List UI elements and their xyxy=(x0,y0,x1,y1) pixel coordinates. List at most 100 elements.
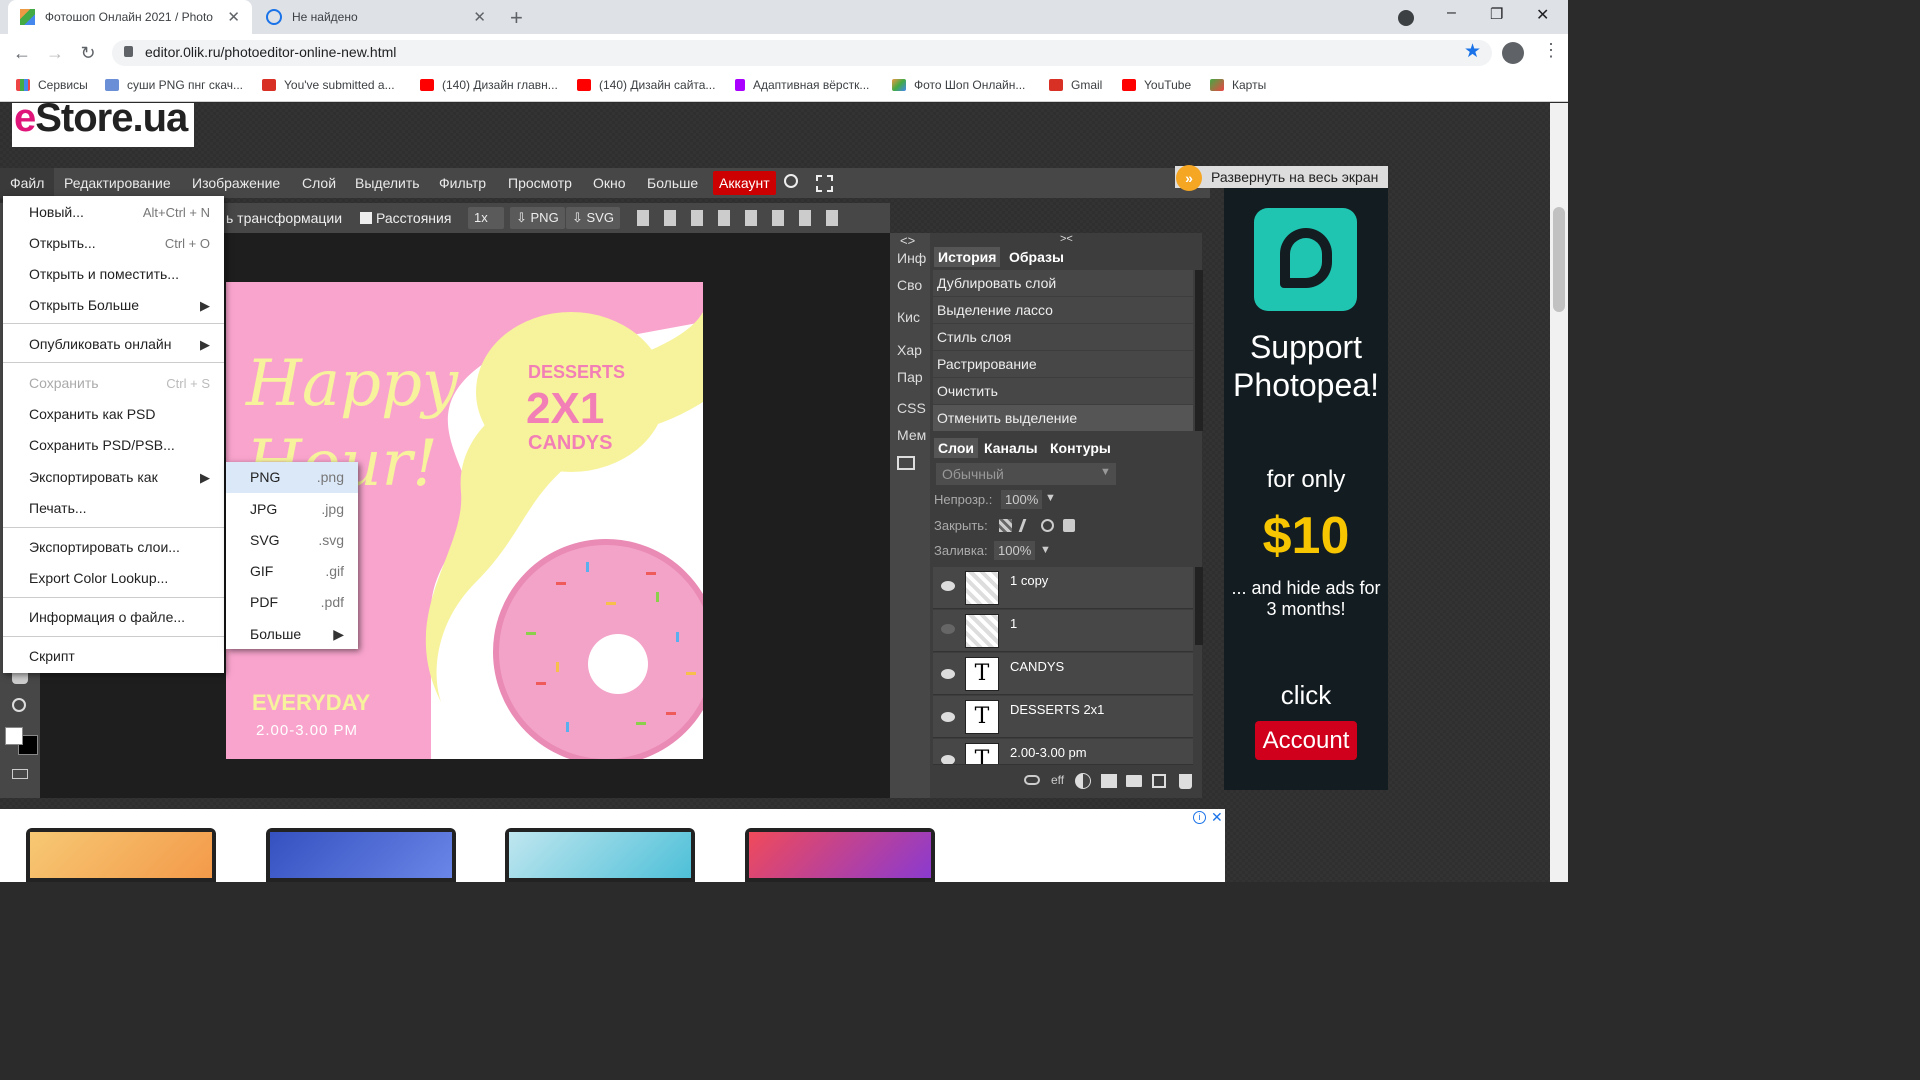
submenu-item-png[interactable]: PNG .png xyxy=(226,462,358,493)
ad-info-icon[interactable]: i xyxy=(1193,811,1206,824)
align-distribute-icons[interactable] xyxy=(637,210,847,226)
tab-images[interactable]: Образы xyxy=(1005,247,1068,267)
expand-panels-toggle[interactable]: <> xyxy=(900,233,915,248)
tab-layers[interactable]: Слои xyxy=(934,438,978,458)
tab-info[interactable]: Инф xyxy=(897,250,926,266)
layer-name[interactable]: 1 copy xyxy=(1010,573,1048,588)
expand-fullscreen-button[interactable]: Развернуть на весь экран xyxy=(1175,166,1388,188)
history-item[interactable]: Растрирование xyxy=(933,351,1193,377)
new-tab-button[interactable]: + xyxy=(510,5,523,31)
history-item[interactable]: Очистить xyxy=(933,378,1193,404)
bookmark-youtube-design2[interactable]: (140) Дизайн сайта... xyxy=(577,78,715,92)
adjustment-layer-icon[interactable] xyxy=(1075,773,1091,789)
browser-menu-icon[interactable]: ⋮ xyxy=(1542,40,1560,61)
foreground-color-swatch[interactable] xyxy=(5,727,23,745)
tab-brushes[interactable]: Кис xyxy=(897,309,920,325)
menu-item-script[interactable]: Скрипт xyxy=(3,641,224,672)
layers-scrollbar[interactable] xyxy=(1195,567,1203,645)
history-item[interactable]: Стиль слоя xyxy=(933,324,1193,350)
new-layer-icon[interactable] xyxy=(1152,774,1166,788)
tab-history[interactable]: История xyxy=(934,247,1001,267)
layer-row[interactable]: 1 copy xyxy=(933,567,1193,609)
tab-paragraph[interactable]: Пар xyxy=(897,369,923,385)
history-item-current[interactable]: Отменить выделение xyxy=(933,405,1193,431)
layer-name[interactable]: DESSERTS 2x1 xyxy=(1010,702,1104,717)
bookmark-maps[interactable]: Карты xyxy=(1210,78,1266,92)
ad-close-icon[interactable]: ✕ xyxy=(1211,809,1223,826)
layer-name[interactable]: 1 xyxy=(1010,616,1017,631)
layer-effects-button[interactable]: eff xyxy=(1051,773,1064,787)
transform-controls-label[interactable]: ь трансформации xyxy=(226,203,342,233)
tab-css[interactable]: CSS xyxy=(897,400,926,416)
layer-name[interactable]: 2.00-3.00 pm xyxy=(1010,745,1087,760)
account-button[interactable]: Аккаунт xyxy=(713,171,776,195)
lock-icon[interactable] xyxy=(124,46,133,57)
submenu-item-more[interactable]: Больше ▶ xyxy=(226,619,358,650)
bookmark-star-icon[interactable]: ★ xyxy=(1464,40,1481,63)
close-tab-icon[interactable]: ✕ xyxy=(227,8,240,26)
fullscreen-icon[interactable] xyxy=(816,175,833,192)
bookmark-apps[interactable]: Сервисы xyxy=(16,78,88,92)
history-scrollbar[interactable] xyxy=(1195,270,1203,431)
eye-icon[interactable] xyxy=(941,755,955,764)
product-image[interactable] xyxy=(26,828,216,882)
submenu-item-svg[interactable]: SVG .svg xyxy=(226,525,358,556)
menu-item-export-lut[interactable]: Export Color Lookup... xyxy=(3,563,224,594)
menu-item-save[interactable]: Сохранить Ctrl + S xyxy=(3,368,224,399)
menu-item-print[interactable]: Печать... xyxy=(3,493,224,524)
lock-all-icon[interactable] xyxy=(1063,519,1075,532)
menu-item-new[interactable]: Новый... Alt+Ctrl + N xyxy=(3,197,224,228)
profile-avatar[interactable] xyxy=(1502,42,1524,64)
submenu-item-gif[interactable]: GIF .gif xyxy=(226,556,358,587)
link-layers-icon[interactable] xyxy=(1024,775,1040,785)
collapse-panels-toggle[interactable]: >< xyxy=(1060,233,1073,245)
expand-arrows-icon[interactable]: » xyxy=(1176,165,1202,191)
bookmark-sushi[interactable]: суши PNG пнг скач... xyxy=(105,78,243,92)
search-icon[interactable] xyxy=(784,174,798,188)
opacity-input[interactable]: 100% xyxy=(1001,490,1043,509)
export-svg-button[interactable]: ⇩ SVG xyxy=(566,207,620,229)
opacity-dropdown-icon[interactable]: ▼ xyxy=(1045,492,1056,504)
layer-mask-icon[interactable] xyxy=(1101,774,1117,788)
product-image[interactable] xyxy=(745,828,935,882)
new-folder-icon[interactable] xyxy=(1126,775,1142,787)
blend-mode-select[interactable]: Обычный xyxy=(936,463,1116,485)
back-arrow-icon[interactable]: ← xyxy=(10,42,34,64)
url-text[interactable]: editor.0lik.ru/photoeditor-online-new.ht… xyxy=(145,44,396,60)
product-image[interactable] xyxy=(505,828,695,882)
menu-item-save-psd[interactable]: Сохранить как PSD xyxy=(3,399,224,430)
menu-item-file-info[interactable]: Информация о файле... xyxy=(3,602,224,633)
reload-icon[interactable]: ↻ xyxy=(76,42,100,64)
menu-item-open-place[interactable]: Открыть и поместить... xyxy=(3,259,224,290)
menu-item-export-as[interactable]: Экспортировать как ▶ xyxy=(3,462,224,493)
export-png-button[interactable]: ⇩ PNG xyxy=(510,207,565,229)
menu-item-open-more[interactable]: Открыть Больше ▶ xyxy=(3,290,224,321)
layer-row[interactable]: T DESSERTS 2x1 xyxy=(933,696,1193,738)
bookmark-adaptive[interactable]: Адаптивная вёрстк... xyxy=(735,78,869,92)
history-item[interactable]: Дублировать слой xyxy=(933,270,1193,296)
tab-channels[interactable]: Каналы xyxy=(980,438,1042,458)
menu-item-save-psd-psb[interactable]: Сохранить PSD/PSB... xyxy=(3,430,224,461)
product-image[interactable] xyxy=(266,828,456,882)
fill-dropdown-icon[interactable]: ▼ xyxy=(1040,544,1051,556)
submenu-item-pdf[interactable]: PDF .pdf xyxy=(226,587,358,618)
layer-row[interactable]: 1 xyxy=(933,610,1193,652)
menu-item-open[interactable]: Открыть... Ctrl + O xyxy=(3,228,224,259)
tab-memory[interactable]: Мем xyxy=(897,427,926,443)
trash-icon[interactable] xyxy=(1179,774,1192,789)
eye-icon[interactable] xyxy=(941,712,955,722)
eye-icon[interactable] xyxy=(941,581,955,591)
menu-edit[interactable]: Редактирование xyxy=(54,168,181,198)
eye-icon[interactable] xyxy=(941,669,955,679)
bookmark-gmail[interactable]: Gmail xyxy=(1049,78,1102,92)
lock-transparency-icon[interactable] xyxy=(999,519,1012,532)
menu-view[interactable]: Просмотр xyxy=(498,168,582,198)
menu-file[interactable]: Файл xyxy=(0,168,55,198)
history-item[interactable]: Выделение лассо xyxy=(933,297,1193,323)
layer-row[interactable]: T 2.00-3.00 pm xyxy=(933,739,1193,765)
menu-more[interactable]: Больше xyxy=(637,168,708,198)
zoom-tool-icon[interactable] xyxy=(12,698,26,712)
menu-filter[interactable]: Фильтр xyxy=(429,168,496,198)
menu-item-publish[interactable]: Опубликовать онлайн ▶ xyxy=(3,329,224,360)
lock-move-icon[interactable] xyxy=(1041,519,1054,532)
